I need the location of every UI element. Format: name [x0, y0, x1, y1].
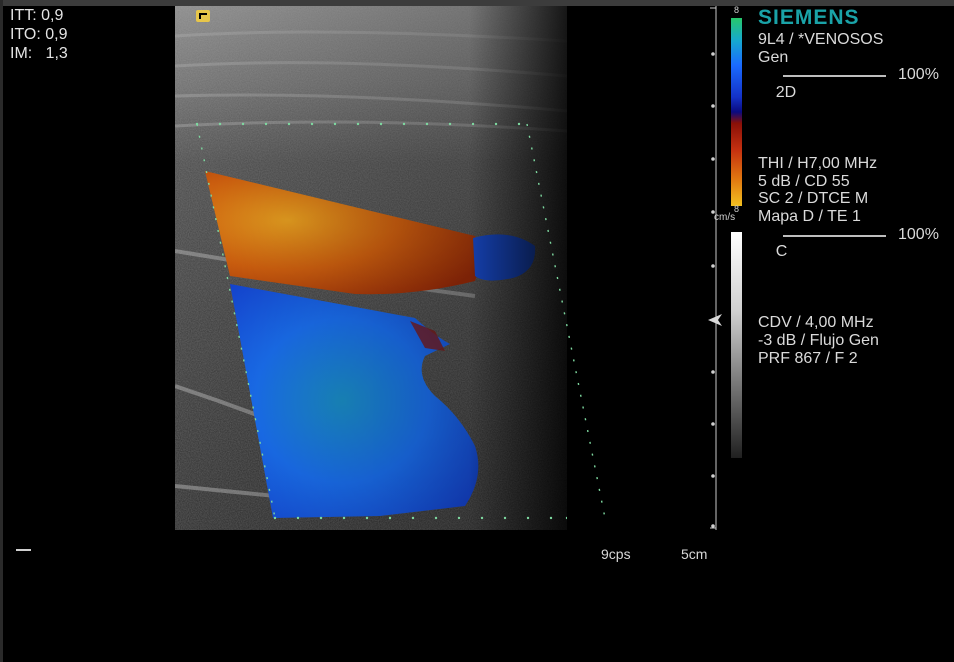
colorbar-unit: cm/s [714, 212, 736, 223]
probe-preset: 9L4 / *VENOSOS [758, 31, 884, 48]
mode-2d-power: 2D 100% [758, 66, 946, 155]
mode-c-label: C [775, 243, 788, 261]
safety-indices: ITT: 0,9 ITO: 0,9 IM: 1,3 [10, 6, 68, 63]
roi-right-edge [526, 123, 606, 519]
preset-name: Gen [758, 48, 789, 66]
ito-value: ITO: 0,9 [10, 26, 68, 43]
thi-frequency: THI / H7,00 MHz [758, 154, 878, 172]
mode-c-power-line [783, 234, 886, 237]
im-value: IM: 1,3 [10, 45, 68, 62]
cine-marker [16, 549, 31, 551]
flow-setting: -3 dB / Flujo Gen [758, 331, 879, 349]
mode-c-power: C 100% [758, 226, 946, 315]
mode-2d-label: 2D [775, 84, 797, 102]
prf-setting: PRF 867 / F 2 [758, 349, 858, 367]
left-border [0, 0, 3, 662]
mode-c-power-value: 100% [898, 225, 939, 243]
focus-arrow-icon [708, 314, 722, 326]
depth-scale [708, 6, 722, 530]
grayscale-bar [731, 232, 742, 458]
db-cd: 5 dB / CD 55 [758, 172, 850, 190]
color-velocity-bar [731, 18, 742, 206]
depth-value: 5cm [681, 546, 708, 562]
mode-2d-power-value: 100% [898, 66, 939, 84]
frame-rate: 9cps [601, 546, 631, 562]
sc-dtce: SC 2 / DTCE M [758, 190, 869, 208]
itt-value: ITT: 0,9 [10, 7, 64, 24]
colorbar-top-value: 8 [734, 5, 740, 15]
probe-orientation-icon [196, 10, 210, 22]
brand-logo: SIEMENS [758, 6, 860, 29]
mapa-te: Mapa D / TE 1 [758, 208, 861, 226]
acquisition-parameters: 9L4 / *VENOSOS Gen 2D 100% THI / H7,00 M… [758, 31, 946, 367]
cdv-frequency: CDV / 4,00 MHz [758, 314, 874, 332]
mode-2d-power-line [783, 75, 886, 78]
